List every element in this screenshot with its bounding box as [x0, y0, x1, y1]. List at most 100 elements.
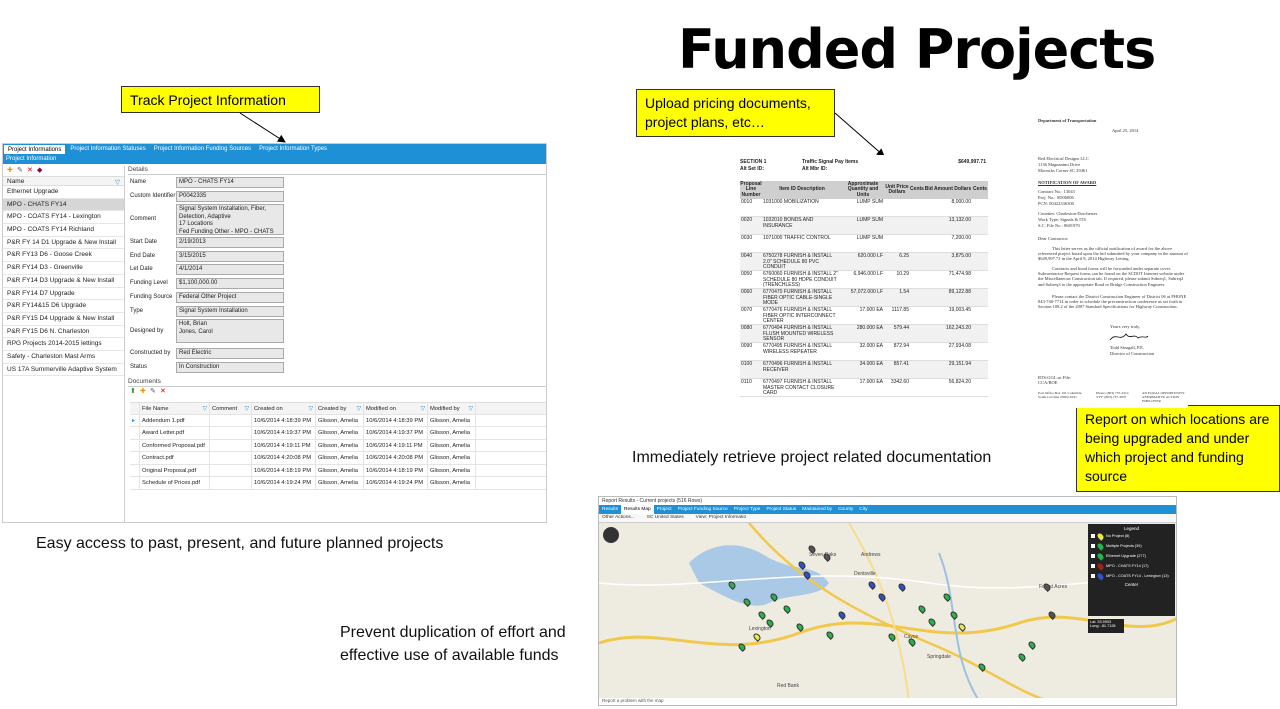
map-tab[interactable]: County [835, 505, 856, 514]
map-tab[interactable]: Results [599, 505, 621, 514]
add-icon[interactable]: ✚ [7, 167, 13, 174]
project-list-item[interactable]: P&R FY14 D3 Upgrade & New Install [3, 275, 124, 288]
legend-item[interactable]: Ethernet Upgrade (277) [1091, 551, 1172, 561]
documents-column-header[interactable]: Created by ▽ [316, 403, 364, 414]
map-tab[interactable]: Project [654, 505, 675, 514]
document-cell: 10/6/2014 4:18:39 PM [252, 414, 316, 426]
filter-icon[interactable]: ▽ [115, 178, 120, 186]
documents-column-header[interactable]: Modified by ▽ [428, 403, 476, 414]
project-list-item[interactable]: MPO - COATS FY14 - Lexington [3, 211, 124, 225]
legend-item[interactable]: Multiple Projects (39) [1091, 541, 1172, 551]
legend-checkbox[interactable] [1091, 574, 1095, 578]
export-icon[interactable]: ◆ [37, 167, 43, 174]
map-tab[interactable]: City [856, 505, 870, 514]
project-list-item[interactable]: P&R FY15 D6 N. Charleston [3, 326, 124, 339]
legend-item[interactable]: MPO - CHATS FY14 (17) [1091, 561, 1172, 571]
filter-icon[interactable]: ▽ [245, 403, 249, 414]
legend-item[interactable]: No Project (8) [1091, 531, 1172, 541]
document-row[interactable]: Award Letter.pdf 10/6/2014 4:19:37 PM Glis… [130, 427, 546, 440]
map-view-select[interactable]: View: Project Informatio [696, 515, 747, 521]
map-tab[interactable]: Project Type [731, 505, 764, 514]
documents-column-header[interactable]: File Name ▽ [140, 403, 210, 414]
place-label-3: Andrews [861, 552, 881, 558]
project-list-item[interactable]: US 17A Summerville Adaptive System [3, 364, 124, 377]
bid-row: 0050 6760060 FURNISH & INSTALL 2" SCHEDUL… [740, 271, 988, 289]
place-label-5: Lexington [749, 626, 771, 632]
map-tab[interactable]: Project Status [763, 505, 799, 514]
delete-icon[interactable]: ✕ [27, 167, 33, 174]
project-list-item[interactable]: Ethernet Upgrade [3, 186, 124, 199]
delete-document-icon[interactable]: ✕ [160, 388, 166, 395]
project-list-item[interactable]: Safety - Charleston Mast Arms [3, 351, 124, 364]
project-list-item[interactable]: P&R FY14&15 D6 Upgrade [3, 300, 124, 313]
edit-document-icon[interactable]: ✎ [150, 388, 156, 395]
filter-icon[interactable]: ▽ [357, 403, 361, 414]
document-row[interactable]: Original Proposal.pdf 10/6/2014 4:18:19 P… [130, 464, 546, 477]
status-field[interactable]: In Construction [176, 362, 284, 373]
tab-project-information-types[interactable]: Project Information Types [255, 144, 331, 155]
legend-item[interactable]: MPO - COATS FY14 - Lexington (13) [1091, 571, 1172, 581]
project-list-item[interactable]: MPO - COATS FY14 Richland [3, 224, 124, 237]
project-list-item[interactable]: P&R FY14 D7 Upgrade [3, 288, 124, 301]
let-date-label: Let Date [130, 266, 153, 272]
map-tab[interactable]: Maintained by [799, 505, 835, 514]
start-date-field[interactable]: 2/19/2013 [176, 237, 284, 248]
legend-checkbox[interactable] [1091, 554, 1095, 558]
legend-checkbox[interactable] [1091, 564, 1095, 568]
project-list-item[interactable]: RPG Projects 2014-2015 lettings [3, 338, 124, 351]
comment-field[interactable]: Signal System Installation, Fiber, Detec… [176, 204, 284, 235]
map-location-search[interactable]: SC United States [647, 515, 684, 521]
bid-cell: 857.41 [893, 361, 909, 367]
filter-icon[interactable]: ▽ [421, 403, 425, 414]
tab-project-information-statuses[interactable]: Project Information Statuses [66, 144, 149, 155]
map-other-actions[interactable]: Other Actions... [602, 515, 635, 521]
project-list-item[interactable]: P&R FY14 D3 - Greenville [3, 262, 124, 275]
project-list-item[interactable]: MPO - CHATS FY14 [3, 198, 124, 212]
let-date-field[interactable]: 4/1/2014 [176, 264, 284, 275]
document-row[interactable]: Conformed Proposal.pdf 10/6/2014 4:19:11 … [130, 439, 546, 452]
project-app-window: Project Informations Project Information… [2, 143, 547, 523]
bid-cell: 0100 [741, 361, 753, 367]
bid-row: 0030 1071000 TRAFFIC CONTROL LUMP SUM 7,200… [740, 235, 988, 253]
funding-level-field[interactable]: $1,100,000.00 [176, 278, 284, 289]
bid-cell: 7,200.00 [951, 235, 971, 241]
list-header[interactable]: Name ▽ [3, 176, 124, 186]
project-list-item[interactable]: P&R FY 14 D1 Upgrade & New Install [3, 237, 124, 250]
map-window-title: Report Results - Current projects (516 R… [599, 497, 1176, 505]
funding-source-field[interactable]: Federal Other Project [176, 292, 284, 303]
documents-column-header[interactable]: Modified on ▽ [364, 403, 428, 414]
column-header-label: Created by [318, 406, 347, 412]
project-list-item[interactable]: P&R FY15 D4 Upgrade & New Install [3, 313, 124, 326]
document-cell: Glisson, Amelia [316, 464, 364, 476]
document-row[interactable]: Schedule of Prices.pdf 10/6/2014 4:19:24 … [130, 477, 546, 490]
add-document-icon[interactable]: ✚ [140, 388, 146, 395]
constructed-by-field[interactable]: Red Electric [176, 348, 284, 359]
filter-icon[interactable]: ▽ [469, 403, 473, 414]
tab-project-information-funding-sources[interactable]: Project Information Funding Sources [150, 144, 255, 155]
documents-column-header[interactable]: Comment ▽ [210, 403, 252, 414]
map-tab[interactable]: Project Funding Source [675, 505, 731, 514]
documents-column-header[interactable]: Created on ▽ [252, 403, 316, 414]
bid-cell: 0060 [741, 289, 753, 295]
bid-cell: 6770494 FURNISH & INSTALL FLUSH MOUNTED … [763, 325, 834, 342]
project-list-item[interactable]: P&R FY13 D6 - Goose Creek [3, 249, 124, 263]
row-indicator-icon [130, 427, 140, 439]
upload-icon[interactable]: ⬆ [130, 388, 136, 395]
type-field[interactable]: Signal System Installation [176, 306, 284, 317]
tab-project-informations[interactable]: Project Informations [3, 144, 67, 155]
name-field[interactable]: MPO - CHATS FY14 [176, 177, 284, 188]
filter-icon[interactable]: ▽ [309, 403, 313, 414]
award-footer1: Post Office Box 191 Columbia, South Caro… [1038, 391, 1083, 399]
filter-icon[interactable]: ▽ [203, 403, 207, 414]
map-footer[interactable]: Report a problem with the map [599, 698, 1176, 705]
document-row[interactable]: ▸ Addendum 1.pdf 10/6/2014 4:18:39 PM Gliss… [130, 414, 546, 427]
document-row[interactable]: Contract.pdf 10/6/2014 4:20:08 PM Glisson,… [130, 452, 546, 465]
edit-icon[interactable]: ✎ [17, 167, 23, 174]
designed-by-field[interactable]: Holt, Brian Jones, Carol [176, 319, 284, 343]
map-tab[interactable]: Results Map [621, 505, 654, 514]
end-date-field[interactable]: 3/15/2015 [176, 251, 284, 262]
legend-checkbox[interactable] [1091, 544, 1095, 548]
legend-checkbox[interactable] [1091, 534, 1095, 538]
start-date-label: Start Date [130, 239, 158, 245]
custom-id-field[interactable]: P0042335 [176, 191, 284, 202]
